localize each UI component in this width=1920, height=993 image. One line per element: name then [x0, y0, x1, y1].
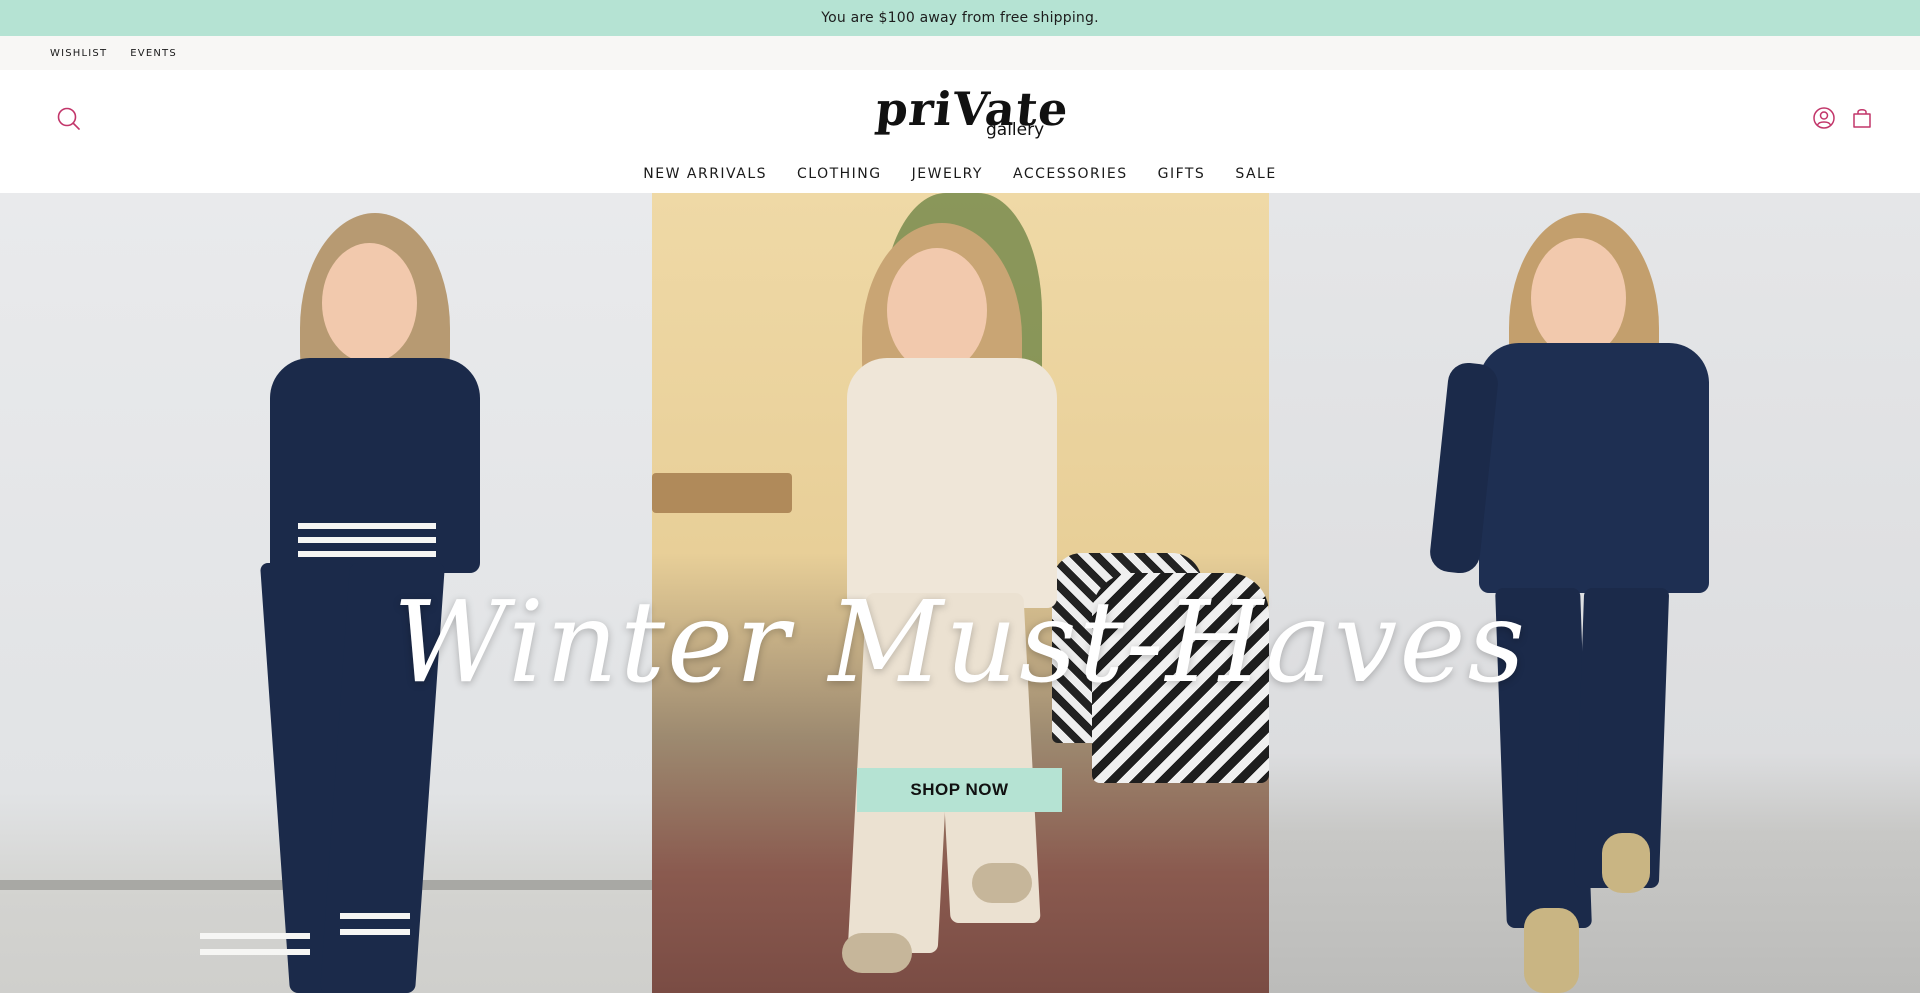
search-icon: [57, 107, 80, 130]
account-button[interactable]: [1810, 104, 1838, 132]
search-button[interactable]: [54, 104, 84, 134]
logo-subtitle: gallery: [986, 120, 1045, 140]
site-logo[interactable]: priVate gallery: [870, 82, 1071, 150]
nav-jewelry[interactable]: JEWELRY: [912, 162, 983, 186]
nav-new-arrivals[interactable]: NEW ARRIVALS: [643, 162, 767, 186]
shop-now-button[interactable]: SHOP NOW: [857, 768, 1062, 812]
hero-title: Winter Must-Haves: [392, 578, 1528, 708]
cart-button[interactable]: [1848, 104, 1876, 132]
site-header: priVate gallery NEW ARRIVALS CLOTHING JE…: [0, 70, 1920, 193]
events-link[interactable]: EVENTS: [130, 48, 177, 59]
hero-banner[interactable]: Winter Must-Haves SHOP NOW: [0, 193, 1920, 993]
announcement-text: You are $100 away from free shipping.: [821, 10, 1099, 26]
wishlist-link[interactable]: WISHLIST: [50, 48, 107, 59]
announcement-bar: You are $100 away from free shipping.: [0, 0, 1920, 36]
utility-nav: WISHLIST EVENTS: [0, 36, 1920, 70]
account-icon: [1813, 107, 1835, 129]
cart-icon: [1853, 109, 1871, 128]
nav-gifts[interactable]: GIFTS: [1158, 162, 1206, 186]
nav-sale[interactable]: SALE: [1235, 162, 1276, 186]
nav-accessories[interactable]: ACCESSORIES: [1013, 162, 1128, 186]
main-nav: NEW ARRIVALS CLOTHING JEWELRY ACCESSORIE…: [0, 162, 1920, 186]
nav-clothing[interactable]: CLOTHING: [797, 162, 882, 186]
